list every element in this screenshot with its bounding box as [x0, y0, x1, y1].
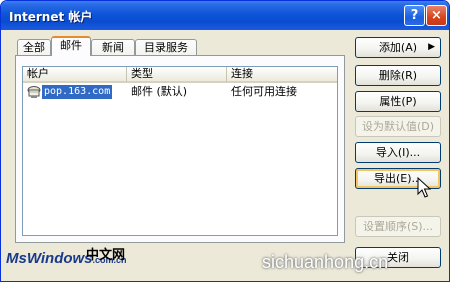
- window-title: Internet 帐户: [9, 10, 93, 24]
- tab-directory-service[interactable]: 目录服务: [135, 39, 197, 55]
- account-connection: 任何可用连接: [231, 85, 297, 98]
- watermark-sichuanhong: sichuanhong.cn: [262, 252, 389, 272]
- account-name: pop.163.com: [42, 85, 113, 99]
- set-default-button[interactable]: 设为默认值(D): [355, 116, 441, 137]
- set-order-button[interactable]: 设置顺序(S)...: [355, 216, 441, 237]
- list-header: 帐户 类型 连接: [23, 67, 337, 83]
- mail-account-icon: [26, 85, 42, 99]
- internet-accounts-dialog: Internet 帐户 ? × 全部 邮件 新闻 目录服务 帐户 类型 连接 p…: [0, 0, 450, 282]
- add-button[interactable]: 添加(A) ▶: [355, 37, 441, 58]
- close-window-button[interactable]: ×: [426, 5, 447, 26]
- account-type: 邮件 (默认): [131, 85, 188, 98]
- import-button[interactable]: 导入(I)...: [355, 142, 441, 163]
- watermark-chinese: 中文网: [86, 248, 126, 263]
- title-bar[interactable]: Internet 帐户 ? ×: [1, 1, 449, 30]
- tab-panel-mail: 帐户 类型 连接 pop.163.com 邮件 (默认) 任何可用连接: [15, 55, 345, 243]
- tab-mail[interactable]: 邮件: [51, 36, 91, 56]
- help-button[interactable]: ?: [404, 5, 425, 26]
- watermark-mswindows-main: MsWindows: [6, 250, 93, 267]
- list-item[interactable]: pop.163.com 邮件 (默认) 任何可用连接: [23, 84, 337, 100]
- remove-button[interactable]: 删除(R): [355, 65, 441, 86]
- tab-all[interactable]: 全部: [17, 39, 51, 55]
- add-button-label: 添加(A): [378, 41, 418, 54]
- submenu-arrow-icon: ▶: [428, 42, 435, 52]
- accounts-list[interactable]: 帐户 类型 连接 pop.163.com 邮件 (默认) 任何可用连接: [22, 66, 338, 236]
- column-header-connection[interactable]: 连接: [227, 67, 337, 83]
- mouse-pointer-icon: [417, 177, 431, 198]
- properties-button[interactable]: 属性(P): [355, 91, 441, 112]
- column-header-account[interactable]: 帐户: [23, 67, 127, 83]
- tab-news[interactable]: 新闻: [91, 39, 135, 55]
- column-header-type[interactable]: 类型: [127, 67, 227, 83]
